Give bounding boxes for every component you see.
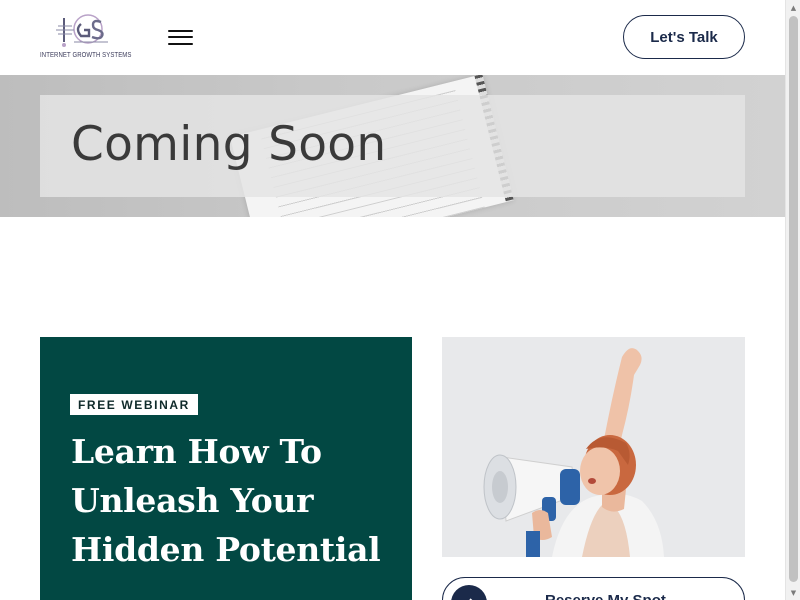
arrow-right-icon: [451, 585, 487, 600]
hamburger-menu-icon[interactable]: [168, 29, 193, 46]
hero-title-panel: Coming Soon: [40, 95, 745, 197]
megaphone-woman-image: [442, 337, 745, 557]
logo[interactable]: INTERNET GROWTH SYSTEMS: [40, 12, 132, 64]
page-title: Coming Soon: [71, 117, 387, 172]
webinar-card: FREE WEBINAR Learn How To Unleash Your H…: [40, 337, 412, 600]
hero-banner: Coming Soon: [0, 75, 785, 217]
vertical-scrollbar[interactable]: ▲ ▼: [785, 0, 800, 600]
logo-wordmark: INTERNET GROWTH SYSTEMS: [40, 52, 132, 59]
scrollbar-thumb[interactable]: [789, 16, 798, 582]
igs-logo-icon: [56, 14, 108, 47]
free-webinar-badge: FREE WEBINAR: [70, 394, 198, 415]
webinar-title: Learn How To Unleash Your Hidden Potenti…: [71, 432, 381, 569]
reserve-label: Reserve My Spot: [545, 592, 666, 600]
scroll-down-icon[interactable]: ▼: [786, 585, 800, 600]
lets-talk-button[interactable]: Let's Talk: [623, 15, 745, 59]
reserve-my-spot-button[interactable]: Reserve My Spot: [442, 577, 745, 600]
site-header: INTERNET GROWTH SYSTEMS Let's Talk: [0, 0, 785, 75]
scroll-up-icon[interactable]: ▲: [786, 0, 800, 15]
